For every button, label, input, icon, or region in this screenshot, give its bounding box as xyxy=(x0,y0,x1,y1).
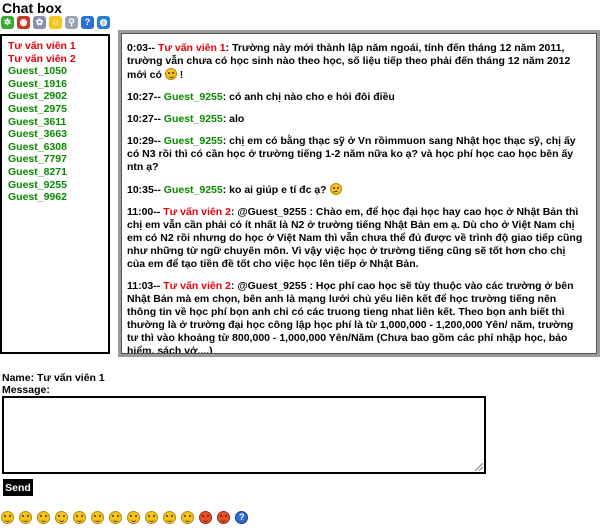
message-sender[interactable]: Guest_9255 xyxy=(164,91,223,103)
user-list-item[interactable]: Guest_7797 xyxy=(8,153,108,166)
message-time: 11:03-- xyxy=(127,280,161,292)
smiley-icon[interactable]: ☺ xyxy=(49,16,62,29)
user-list-item[interactable]: Guest_3611 xyxy=(8,116,108,129)
users-icon[interactable]: ⚲ xyxy=(65,16,78,29)
chat-messages-frame: 0:03-- Tư vấn viên 1: Trường này mới thà… xyxy=(118,30,600,357)
chat-message: 11:00-- Tư vấn viên 2: @Guest_9255 : Chà… xyxy=(127,206,586,271)
chat-log[interactable]: 0:03-- Tư vấn viên 1: Trường này mới thà… xyxy=(121,33,597,354)
chatbox-title: Chat box xyxy=(2,0,62,16)
message-time: 11:00-- xyxy=(127,206,161,218)
user-list-item[interactable]: Tư vấn viên 1 xyxy=(8,40,108,53)
cool-emoticon-icon[interactable] xyxy=(109,511,122,524)
resize-handle-icon[interactable] xyxy=(475,463,483,471)
user-list-item[interactable]: Guest_8271 xyxy=(8,166,108,179)
message-text: : ko ai giúp e tí đc ạ? xyxy=(222,184,327,196)
settings-icon[interactable]: ✿ xyxy=(33,16,46,29)
nerd-emoticon-icon[interactable] xyxy=(127,511,140,524)
surprised-emoticon-icon[interactable] xyxy=(91,511,104,524)
chat-toolbar: ✲ ◉ ✿ ☺ ⚲? ◍ xyxy=(1,16,110,30)
help-icon[interactable]: ? xyxy=(81,16,94,29)
message-input[interactable] xyxy=(2,396,486,474)
user-list-item[interactable]: Guest_9962 xyxy=(8,191,108,204)
message-time: 0:03-- xyxy=(127,42,156,54)
grin-emoticon-icon[interactable] xyxy=(55,511,68,524)
confused-smiley-icon xyxy=(329,183,342,195)
message-text-tail: ! xyxy=(176,69,184,81)
chat-message: 10:27-- Guest_9255: alo xyxy=(127,113,586,126)
angry-emoticon-icon[interactable] xyxy=(199,511,212,524)
globe-icon[interactable]: ◍ xyxy=(97,16,110,29)
emoticon-bar: ? xyxy=(1,511,248,524)
smile-smiley-icon xyxy=(164,68,177,80)
stop-icon[interactable]: ◉ xyxy=(17,16,30,29)
send-button[interactable]: Send xyxy=(3,479,33,496)
message-text: : alo xyxy=(222,113,245,125)
user-list-item[interactable]: Guest_9255 xyxy=(8,179,108,192)
laugh-emoticon-icon[interactable] xyxy=(19,511,32,524)
big-grin-emoticon-icon[interactable] xyxy=(73,511,86,524)
message-label: Message: xyxy=(2,384,50,396)
tongue-emoticon-icon[interactable] xyxy=(145,511,158,524)
user-list-item[interactable]: Guest_1050 xyxy=(8,65,108,78)
message-time: 10:35-- xyxy=(127,184,161,196)
message-time: 10:27-- xyxy=(127,113,161,125)
refresh-icon[interactable]: ✲ xyxy=(1,16,14,29)
user-list-item[interactable]: Guest_2975 xyxy=(8,103,108,116)
chat-message: 10:35-- Guest_9255: ko ai giúp e tí đc ạ… xyxy=(127,183,586,197)
kiss-emoticon-icon[interactable] xyxy=(217,511,230,524)
user-list-item[interactable]: Guest_1916 xyxy=(8,78,108,91)
chat-message: 0:03-- Tư vấn viên 1: Trường này mới thà… xyxy=(127,42,586,82)
chat-message: 10:27-- Guest_9255: có anh chị nào cho e… xyxy=(127,91,586,104)
ninja-emoticon-icon[interactable] xyxy=(163,511,176,524)
chat-message: 11:03-- Tư vấn viên 2: @Guest_9255 : Học… xyxy=(127,280,586,353)
message-sender[interactable]: Tư vấn viên 1 xyxy=(158,42,226,54)
message-time: 10:27-- xyxy=(127,91,161,103)
name-label: Name: Tư vấn viên 1 xyxy=(2,372,105,384)
message-text: : có anh chị nào cho e hỏi đôi điều xyxy=(222,91,395,103)
user-list-item[interactable]: Guest_6308 xyxy=(8,141,108,154)
message-sender[interactable]: Guest_9255 xyxy=(164,113,223,125)
dizzy-emoticon-icon[interactable] xyxy=(181,511,194,524)
user-list-item[interactable]: Guest_2902 xyxy=(8,90,108,103)
message-sender[interactable]: Tư vấn viên 2 xyxy=(163,280,231,292)
message-sender[interactable]: Tư vấn viên 2 xyxy=(163,206,231,218)
message-time: 10:29-- xyxy=(127,135,161,147)
wink-emoticon-icon[interactable] xyxy=(37,511,50,524)
smile-emoticon-icon[interactable] xyxy=(1,511,14,524)
chat-message: 10:29-- Guest_9255: chị em có bằng thạc … xyxy=(127,135,586,174)
user-list-item[interactable]: Tư vấn viên 2 xyxy=(8,53,108,66)
user-list: Tư vấn viên 1 Tư vấn viên 2 Guest_1050 Gues… xyxy=(0,34,110,354)
user-list-item[interactable]: Guest_3663 xyxy=(8,128,108,141)
message-sender[interactable]: Guest_9255 xyxy=(164,135,223,147)
message-sender[interactable]: Guest_9255 xyxy=(164,184,223,196)
question-emoticon-icon[interactable]: ? xyxy=(235,511,248,524)
